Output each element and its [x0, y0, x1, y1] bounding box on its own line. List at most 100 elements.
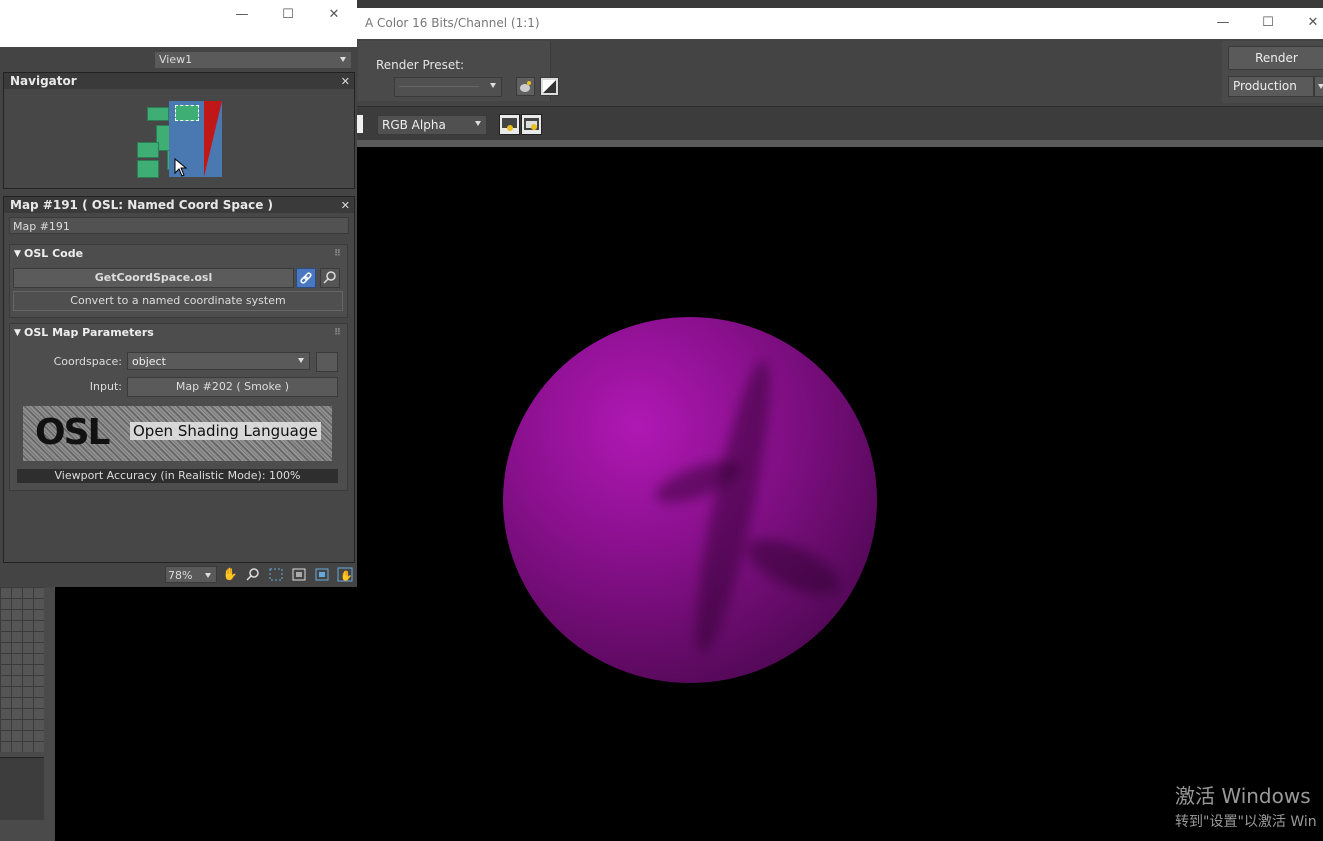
collapse-triangle-icon: ▼: [14, 249, 21, 259]
channel-dropdown[interactable]: RGB Alpha: [377, 115, 487, 135]
chevron-down-icon: [340, 57, 346, 62]
osl-params-rollout-header[interactable]: ▼ OSL Map Parameters ⠿: [10, 324, 347, 342]
slate-grid[interactable]: [0, 587, 44, 752]
selected-node: [175, 105, 199, 121]
window-icon: [524, 118, 539, 130]
production-dropdown-arrow[interactable]: [1314, 76, 1323, 97]
gradient-icon: [543, 80, 556, 93]
zoom-extents-icon[interactable]: [291, 567, 307, 582]
view-dropdown[interactable]: View1: [155, 52, 351, 68]
grip-icon[interactable]: ⠿: [334, 245, 341, 263]
navigator-title: Navigator ✕: [4, 73, 354, 89]
chevron-down-icon: [1318, 84, 1323, 89]
osl-logo-banner: OSL Open Shading Language: [23, 406, 332, 461]
coordspace-map-button[interactable]: [316, 352, 338, 372]
chevron-down-icon: [298, 358, 304, 363]
magnifier-icon: [246, 568, 259, 581]
osl-logo-text: Open Shading Language: [130, 422, 321, 440]
close-icon[interactable]: ✕: [341, 198, 350, 214]
material-editor-statusbar: 78% ✋ ✋: [0, 563, 357, 587]
frame-selected-icon: [315, 568, 329, 581]
render-window-title: A Color 16 Bits/Channel (1:1): [365, 16, 540, 30]
slate-strip: [0, 757, 44, 820]
coordspace-label: Coordspace:: [53, 355, 122, 368]
search-icon[interactable]: [320, 268, 340, 288]
dropdown-placeholder-line: [399, 86, 479, 87]
dashed-box-icon: [269, 568, 283, 581]
map-parameter-panel: Map #191 ( OSL: Named Coord Space ) ✕ Ma…: [3, 196, 355, 563]
render-preset-label: Render Preset:: [376, 58, 464, 72]
osl-code-title: OSL Code: [24, 247, 84, 260]
display-overlay-icon[interactable]: [499, 114, 520, 135]
map-panel-title: Map #191 ( OSL: Named Coord Space ) ✕: [4, 197, 354, 213]
render-separator: [340, 140, 1323, 147]
osl-params-rollout: ▼ OSL Map Parameters ⠿ Coordspace: objec…: [9, 323, 348, 491]
minimize-icon[interactable]: —: [1213, 15, 1233, 31]
close-icon[interactable]: ✕: [1303, 15, 1323, 31]
frame-icon: [292, 568, 306, 581]
input-map-button[interactable]: Map #202 ( Smoke ): [127, 377, 338, 397]
osl-code-rollout-header[interactable]: ▼ OSL Code ⠿: [10, 245, 347, 263]
osl-code-rollout: ▼ OSL Code ⠿ GetCoordSpace.osl Convert t…: [9, 244, 348, 318]
mouse-cursor-icon: [174, 158, 188, 177]
monitor-icon: [502, 118, 517, 131]
chevron-down-icon: [205, 573, 211, 578]
environment-icon[interactable]: [540, 77, 559, 96]
pan-hand-icon[interactable]: ✋: [222, 567, 238, 582]
zoom-extents-selected-icon[interactable]: [314, 567, 330, 582]
maximize-icon[interactable]: ☐: [1258, 15, 1278, 31]
navigator-canvas[interactable]: [4, 90, 354, 188]
teapot-icon: [520, 81, 531, 92]
magnifier-icon: [323, 271, 336, 284]
map-name-field[interactable]: Map #191: [9, 217, 349, 234]
zoom-region-icon[interactable]: [268, 567, 284, 582]
hand-frame-icon: ✋: [337, 567, 353, 582]
viewport-accuracy-bar: Viewport Accuracy (in Realistic Mode): 1…: [17, 469, 338, 483]
render-window-titlebar: A Color 16 Bits/Channel (1:1) — ☐ ✕: [340, 8, 1323, 39]
slate-editor-background: [0, 587, 55, 841]
render-preset-dropdown[interactable]: [394, 77, 502, 97]
close-icon[interactable]: ✕: [324, 7, 344, 23]
render-setup-icon[interactable]: [516, 77, 535, 96]
smoke-vein: [739, 527, 847, 607]
svg-text:✋: ✋: [340, 569, 352, 582]
chevron-down-icon: [475, 121, 481, 126]
minimize-icon[interactable]: —: [232, 7, 252, 23]
rendered-image-viewport: [357, 147, 1323, 841]
watermark-subtitle: 转到"设置"以激活 Win: [1175, 814, 1317, 830]
channel-toolbar: RGB Alpha: [340, 106, 1323, 141]
material-editor-window: — ☐ ✕ View1 Navigator ✕ Map #191 ( OSL: …: [0, 0, 357, 587]
osl-logo-mark: OSL: [35, 412, 110, 453]
production-dropdown[interactable]: Production: [1228, 76, 1314, 97]
close-icon[interactable]: ✕: [341, 74, 350, 90]
material-editor-titlebar: — ☐ ✕: [0, 0, 357, 47]
activation-watermark: 激活 Windows 转到"设置"以激活 Win: [1175, 780, 1317, 831]
input-label: Input:: [89, 380, 122, 393]
node-thumbnail: [137, 142, 159, 158]
render-button[interactable]: Render: [1228, 46, 1323, 70]
render-button-group: Render Production: [1222, 41, 1323, 103]
osl-params-title: OSL Map Parameters: [24, 326, 154, 339]
watermark-title: 激活 Windows: [1175, 784, 1311, 808]
description-field: Convert to a named coordinate system: [13, 291, 343, 311]
osl-file-button[interactable]: GetCoordSpace.osl: [13, 268, 294, 288]
rendered-sphere: [503, 317, 877, 683]
chevron-down-icon: [490, 83, 496, 88]
zoom-dropdown[interactable]: 78%: [165, 566, 217, 583]
zoom-value: 78%: [168, 569, 193, 582]
coordspace-dropdown[interactable]: object: [127, 352, 310, 370]
zoom-icon[interactable]: [245, 567, 261, 582]
render-preset-group: Render Preset:: [358, 41, 559, 101]
channel-value: RGB Alpha: [382, 118, 446, 132]
view-value: View1: [159, 53, 193, 66]
coordspace-value: object: [132, 355, 166, 368]
pan-to-selected-icon[interactable]: ✋: [337, 567, 353, 582]
chain-link-icon: [300, 272, 312, 284]
node-thumbnail: [137, 160, 159, 178]
collapse-triangle-icon: ▼: [14, 328, 21, 338]
toggle-ui-icon[interactable]: [521, 114, 542, 135]
navigator-title-text: Navigator: [10, 74, 77, 88]
grip-icon[interactable]: ⠿: [334, 324, 341, 342]
link-icon[interactable]: [296, 268, 316, 288]
maximize-icon[interactable]: ☐: [278, 7, 298, 23]
